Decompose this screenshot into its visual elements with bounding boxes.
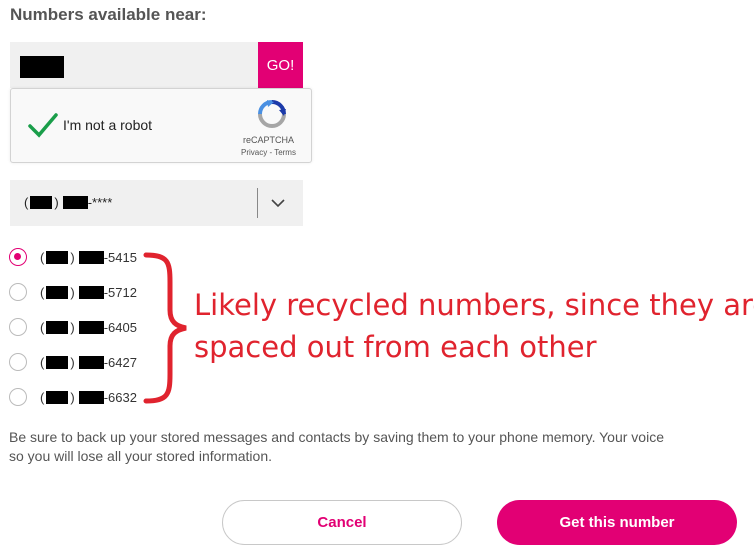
area-code-select[interactable]: () -**** (10, 180, 303, 226)
number-option[interactable]: () -5712 (9, 281, 137, 303)
annotation-text: Likely recycled numbers, since they are … (194, 284, 754, 368)
checkmark-icon[interactable] (27, 111, 59, 139)
number-label: () -6632 (40, 389, 137, 405)
redacted-prefix (62, 196, 88, 209)
radio-button[interactable] (9, 283, 27, 301)
go-button[interactable]: GO! (258, 42, 303, 88)
number-label: () -6427 (40, 354, 137, 370)
chevron-down-icon[interactable] (270, 195, 286, 211)
area-select-suffix: -**** (87, 195, 113, 210)
get-this-number-button[interactable]: Get this number (497, 500, 737, 545)
disclaimer-line-2: so you will lose all your stored informa… (9, 448, 273, 464)
number-option[interactable]: () -5415 (9, 246, 137, 268)
page-title: Numbers available near: (10, 5, 207, 24)
number-option[interactable]: () -6405 (9, 316, 137, 338)
zip-search-input[interactable] (10, 42, 258, 88)
backup-disclaimer: Be sure to back up your stored messages … (9, 428, 754, 466)
recaptcha-links[interactable]: Privacy - Terms (241, 148, 296, 157)
annotation-line-2: spaced out from each other (194, 330, 597, 364)
redacted-area-code (30, 196, 53, 209)
radio-button[interactable] (9, 353, 27, 371)
disclaimer-line-1: Be sure to back up your stored messages … (9, 429, 664, 445)
recaptcha-logo-icon (258, 100, 286, 128)
number-label: () -5415 (40, 249, 137, 265)
curly-brace-annotation (143, 252, 187, 404)
select-divider (257, 188, 258, 218)
recaptcha-brand: reCAPTCHA (243, 135, 295, 145)
number-option[interactable]: () -6632 (9, 386, 137, 408)
redacted-zip-value (20, 56, 64, 78)
area-code-value: () -**** (24, 195, 113, 210)
number-label: () -5712 (40, 284, 137, 300)
radio-button[interactable] (9, 318, 27, 336)
radio-button[interactable] (9, 248, 27, 266)
number-option[interactable]: () -6427 (9, 351, 137, 373)
recaptcha-widget: I'm not a robot reCAPTCHA Privacy - Term… (10, 88, 312, 163)
captcha-label: I'm not a robot (63, 117, 153, 133)
cancel-button[interactable]: Cancel (222, 500, 462, 545)
number-label: () -6405 (40, 319, 137, 335)
annotation-line-1: Likely recycled numbers, since they are (194, 288, 754, 322)
radio-button[interactable] (9, 388, 27, 406)
